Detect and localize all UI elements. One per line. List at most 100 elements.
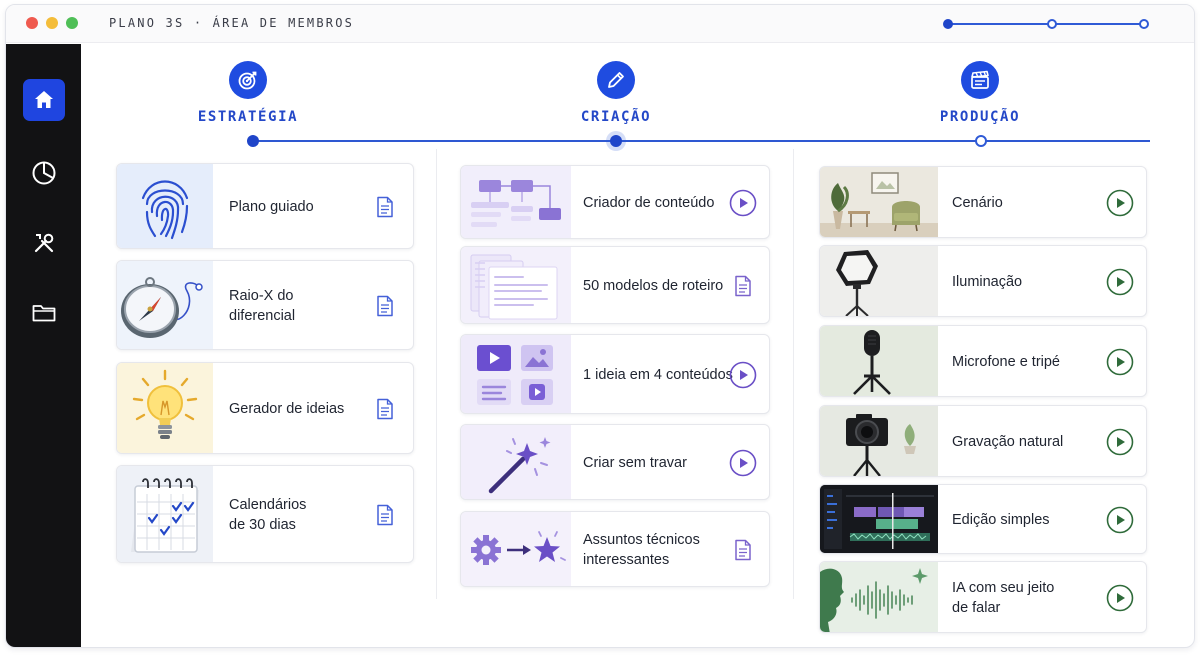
compass-thumbnail	[117, 261, 213, 349]
card-title: Edição simples	[952, 512, 1050, 528]
card-title: Calendários de 30 dias	[229, 497, 307, 533]
play-button[interactable]	[729, 189, 757, 217]
card-gerador-ideias[interactable]: Gerador de ideias	[116, 362, 414, 454]
content-formats-thumbnail	[461, 335, 571, 413]
play-icon	[729, 189, 757, 217]
mini-progress-step-1	[943, 19, 953, 29]
fingerprint-icon	[141, 180, 189, 240]
lightbulb-icon	[132, 369, 198, 439]
minimize-window-button[interactable]	[46, 17, 58, 29]
card-ia-jeito-falar[interactable]: IA com seu jeito de falar	[819, 561, 1147, 633]
play-button[interactable]	[1106, 428, 1134, 456]
room-set-icon	[820, 167, 938, 237]
play-button[interactable]	[1106, 348, 1134, 376]
step-criacao-badge[interactable]	[597, 61, 635, 99]
card-assuntos-tecnicos[interactable]: Assuntos técnicos interessantes	[460, 511, 770, 587]
open-document-button[interactable]	[373, 195, 397, 219]
card-cenario[interactable]: Cenário	[819, 166, 1147, 238]
step-estrategia-badge[interactable]	[229, 61, 267, 99]
card-modelos-roteiro[interactable]: 50 modelos de roteiro	[460, 246, 770, 324]
play-button[interactable]	[1106, 584, 1134, 612]
card-microfone-tripe[interactable]: Microfone e tripé	[819, 325, 1147, 397]
title-bar: PLANO 3S · ÁREA DE MEMBROS	[6, 5, 1194, 43]
play-button[interactable]	[1106, 506, 1134, 534]
compass-icon	[121, 277, 203, 338]
calendar-thumbnail	[117, 466, 213, 562]
document-icon	[735, 275, 751, 297]
card-plano-guiado[interactable]: Plano guiado	[116, 163, 414, 249]
play-icon	[1106, 428, 1134, 456]
document-icon	[735, 539, 751, 561]
progress-dot-estrategia	[247, 135, 259, 147]
lightbulb-thumbnail	[117, 363, 213, 453]
open-document-button[interactable]	[731, 274, 755, 298]
voice-ai-thumbnail	[820, 562, 938, 632]
mini-progress-step-2	[1047, 19, 1057, 29]
play-button[interactable]	[729, 361, 757, 389]
card-title: 50 modelos de roteiro	[583, 278, 724, 294]
card-criador-conteudo[interactable]: Criador de conteúdo	[460, 165, 770, 239]
pie-chart-icon	[32, 161, 56, 185]
card-raio-x[interactable]: Raio-X do diferencial	[116, 260, 414, 350]
play-button[interactable]	[1106, 268, 1134, 296]
tools-icon	[34, 233, 54, 253]
play-button[interactable]	[1106, 189, 1134, 217]
microphone-icon	[853, 330, 891, 395]
card-title: Criar sem travar	[583, 455, 687, 471]
softbox-thumbnail	[820, 246, 938, 316]
clapperboard-icon	[971, 70, 989, 89]
close-window-button[interactable]	[26, 17, 38, 29]
microphone-thumbnail	[820, 326, 938, 396]
window-title: PLANO 3S · ÁREA DE MEMBROS	[109, 16, 355, 30]
maximize-window-button[interactable]	[66, 17, 78, 29]
play-button[interactable]	[729, 449, 757, 477]
progress-track	[253, 140, 1150, 142]
card-title: Criador de conteúdo	[583, 195, 715, 211]
card-ideia-4-conteudos[interactable]: 1 ideia em 4 conteúdos	[460, 334, 770, 414]
home-icon	[35, 91, 53, 108]
fingerprint-thumbnail	[117, 164, 213, 248]
step-criacao-label[interactable]: CRIAÇÃO	[516, 109, 716, 125]
card-title: Assuntos técnicos interessantes	[583, 532, 700, 568]
step-estrategia-label[interactable]: ESTRATÉGIA	[148, 109, 348, 125]
gear-to-star-icon	[471, 531, 566, 565]
card-gravacao-natural[interactable]: Gravação natural	[819, 405, 1147, 477]
magic-wand-thumbnail	[461, 425, 571, 499]
open-document-button[interactable]	[373, 294, 397, 318]
document-icon	[377, 295, 393, 317]
media-formats-icon	[477, 345, 553, 405]
script-templates-thumbnail	[461, 247, 571, 323]
card-criar-sem-travar[interactable]: Criar sem travar	[460, 424, 770, 500]
magic-wand-icon	[488, 437, 551, 494]
document-icon	[377, 398, 393, 420]
sidebar-item-home[interactable]	[23, 79, 65, 121]
card-calendarios[interactable]: Calendários de 30 dias	[116, 465, 414, 563]
card-title: Iluminação	[952, 274, 1023, 290]
set-room-thumbnail	[820, 167, 938, 237]
play-icon	[729, 449, 757, 477]
document-icon	[377, 196, 393, 218]
video-timeline-icon	[820, 485, 938, 553]
play-icon	[1106, 268, 1134, 296]
progress-dot-criacao	[610, 135, 622, 147]
main-content: ESTRATÉGIA CRIAÇÃO PRODUÇÃO Plano guiado…	[81, 44, 1194, 647]
flowchart-thumbnail	[461, 166, 571, 238]
card-title: IA com seu jeito de falar	[952, 580, 1055, 616]
step-producao-label[interactable]: PRODUÇÃO	[880, 109, 1080, 125]
softbox-light-icon	[836, 250, 878, 316]
card-iluminacao[interactable]: Iluminação	[819, 245, 1147, 317]
open-document-button[interactable]	[373, 503, 397, 527]
sidebar-item-tools[interactable]	[23, 222, 65, 264]
card-edicao-simples[interactable]: Edição simples	[819, 484, 1147, 554]
mini-progress-step-3	[1139, 19, 1149, 29]
document-icon	[377, 504, 393, 526]
gear-to-star-thumbnail	[461, 512, 571, 586]
sidebar-item-files[interactable]	[23, 292, 65, 334]
open-document-button[interactable]	[373, 397, 397, 421]
sidebar-item-reports[interactable]	[23, 152, 65, 194]
app-window: PLANO 3S · ÁREA DE MEMBROS ESTRATÉGIA CR…	[5, 4, 1195, 648]
step-producao-badge[interactable]	[961, 61, 999, 99]
card-title: 1 ideia em 4 conteúdos	[583, 367, 733, 383]
pencil-icon	[608, 72, 624, 88]
open-document-button[interactable]	[731, 538, 755, 562]
